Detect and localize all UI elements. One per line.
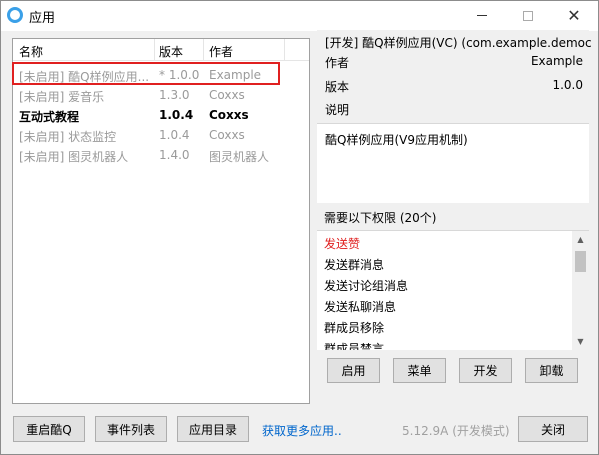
app-version: 1.0.4 (159, 128, 190, 142)
app-directory-button[interactable]: 应用目录 (177, 416, 249, 442)
app-author: Coxxs (209, 128, 245, 142)
detail-author-row: 作者 Example (325, 54, 583, 74)
list-header: 名称 版本 作者 (13, 39, 309, 61)
selection-highlight (12, 62, 280, 85)
detail-version-row: 版本 1.0.0 (325, 78, 583, 98)
detail-title: [开发] 酷Q样例应用(VC) (com.example.democ) (325, 36, 591, 50)
uninstall-button[interactable]: 卸载 (525, 358, 578, 383)
permission-item: 群成员禁言 (324, 342, 385, 350)
app-version: 1.0.4 (159, 108, 194, 122)
app-version: 1.4.0 (159, 148, 190, 162)
minimize-icon (477, 15, 487, 16)
app-author: 图灵机器人 (209, 150, 270, 164)
app-author: Coxxs (209, 88, 245, 102)
app-name: [未启用] 爱音乐 (19, 90, 105, 104)
scroll-up-icon[interactable]: ▲ (576, 235, 585, 244)
list-item[interactable]: [未启用] 爱音乐 1.3.0 Coxxs (13, 85, 309, 105)
column-header-name[interactable]: 名称 (19, 43, 43, 60)
description-text: 酷Q样例应用(V9应用机制) (325, 133, 468, 147)
description-label: 说明 (325, 103, 350, 117)
app-name: [未启用] 图灵机器人 (19, 150, 129, 164)
close-icon: ✕ (567, 6, 581, 25)
app-list[interactable]: 名称 版本 作者 [未启用] 酷Q样例应用... * 1.0.0 Example… (12, 38, 310, 404)
description-box: 酷Q样例应用(V9应用机制) (317, 123, 589, 203)
version-label: 版本 (325, 80, 350, 94)
dev-button[interactable]: 开发 (459, 358, 512, 383)
scrollbar-thumb[interactable] (575, 251, 586, 272)
minimize-button[interactable] (459, 1, 505, 30)
app-version: 1.3.0 (159, 88, 190, 102)
version-text: 5.12.9A (开发模式) (402, 424, 510, 438)
window-title: 应用 (29, 11, 56, 26)
permission-item: 群成员移除 (324, 321, 385, 335)
permissions-list[interactable]: 发送赞 发送群消息 发送讨论组消息 发送私聊消息 群成员移除 群成员禁言 ▲ ▼ (317, 230, 589, 350)
restart-button[interactable]: 重启酷Q (13, 416, 85, 442)
app-name: [未启用] 状态监控 (19, 130, 117, 144)
enable-button[interactable]: 启用 (327, 358, 380, 383)
app-name: 互动式教程 (19, 110, 80, 124)
app-logo-icon (7, 7, 23, 23)
close-window-button[interactable]: ✕ (551, 1, 597, 30)
title-bar[interactable]: 应用 ✕ (1, 1, 598, 31)
scroll-down-icon[interactable]: ▼ (576, 337, 585, 346)
menu-button[interactable]: 菜单 (393, 358, 446, 383)
app-window: 应用 ✕ 名称 版本 作者 [未启用] 酷Q样例应用... * 1.0.0 Ex… (0, 0, 599, 455)
get-more-apps-link[interactable]: 获取更多应用.. (262, 422, 342, 439)
permissions-scrollbar[interactable]: ▲ ▼ (572, 231, 589, 350)
column-header-author[interactable]: 作者 (209, 43, 233, 60)
close-button[interactable]: 关闭 (518, 416, 588, 442)
column-divider[interactable] (154, 39, 155, 61)
permission-item: 发送私聊消息 (324, 300, 397, 314)
version-value: 1.0.0 (552, 78, 583, 92)
column-header-version[interactable]: 版本 (159, 43, 183, 60)
detail-desc-row: 说明 (325, 101, 583, 121)
maximize-icon (523, 10, 533, 21)
permissions-title: 需要以下权限 (20个) (324, 211, 437, 225)
app-author: Coxxs (209, 108, 249, 122)
permission-item: 发送赞 (324, 237, 361, 251)
permission-item: 发送群消息 (324, 258, 385, 272)
event-list-button[interactable]: 事件列表 (95, 416, 167, 442)
column-divider[interactable] (203, 39, 204, 61)
maximize-button[interactable] (505, 1, 551, 30)
list-item[interactable]: [未启用] 图灵机器人 1.4.0 图灵机器人 (13, 145, 309, 165)
list-item[interactable]: 互动式教程 1.0.4 Coxxs (13, 105, 309, 125)
list-item[interactable]: [未启用] 状态监控 1.0.4 Coxxs (13, 125, 309, 145)
permission-item: 发送讨论组消息 (324, 279, 409, 293)
author-value: Example (530, 54, 583, 68)
author-label: 作者 (325, 56, 350, 70)
column-divider[interactable] (284, 39, 285, 61)
